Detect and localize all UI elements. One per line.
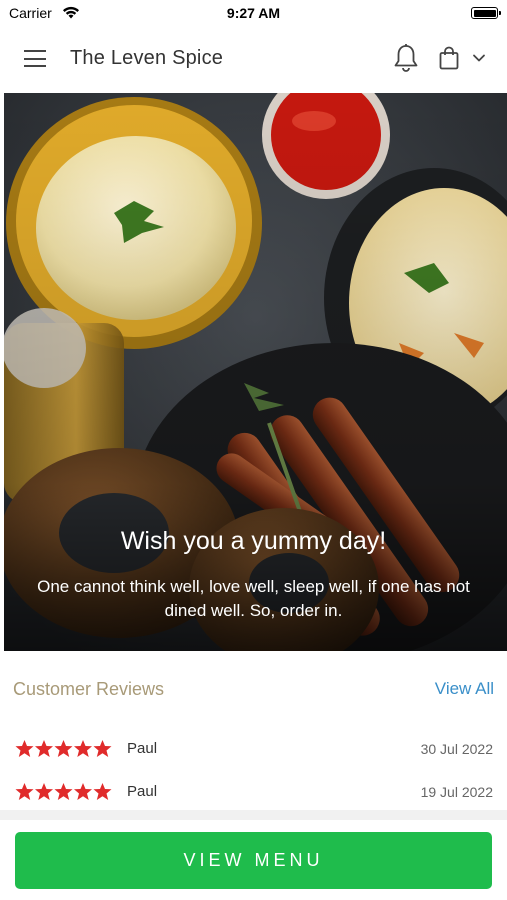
chevron-down-icon[interactable] — [472, 53, 486, 63]
review-row: Paul 30 Jul 2022 — [0, 739, 507, 763]
bell-icon[interactable] — [392, 43, 420, 73]
hamburger-menu-icon[interactable] — [24, 50, 46, 67]
view-menu-button[interactable]: VIEW MENU — [15, 832, 492, 889]
section-divider — [0, 810, 507, 820]
customer-reviews-heading: Customer Reviews — [13, 679, 165, 699]
view-all-reviews-link[interactable]: View All — [435, 679, 494, 699]
restaurant-title: The Leven Spice — [70, 47, 224, 69]
food-photo-image — [4, 93, 507, 651]
review-row: Paul 19 Jul 2022 — [0, 782, 507, 806]
star-rating-icon — [15, 783, 112, 800]
app-header: The Leven Spice — [0, 26, 507, 92]
hero-title: Wish you a yummy day! — [120, 527, 387, 555]
review-date: 19 Jul 2022 — [420, 784, 493, 800]
star-rating-icon — [15, 740, 112, 757]
battery-icon — [471, 7, 501, 19]
reviewer-name: Paul — [127, 740, 158, 757]
clock-time: 9:27 AM — [226, 5, 281, 21]
hero-subtitle: One cannot think well, love well, sleep … — [37, 577, 470, 620]
reviewer-name: Paul — [127, 783, 158, 800]
review-date: 30 Jul 2022 — [420, 741, 493, 757]
shopping-bag-icon[interactable] — [439, 46, 459, 70]
status-bar: Carrier 9:27 AM — [0, 0, 507, 26]
hero-banner — [4, 93, 507, 651]
